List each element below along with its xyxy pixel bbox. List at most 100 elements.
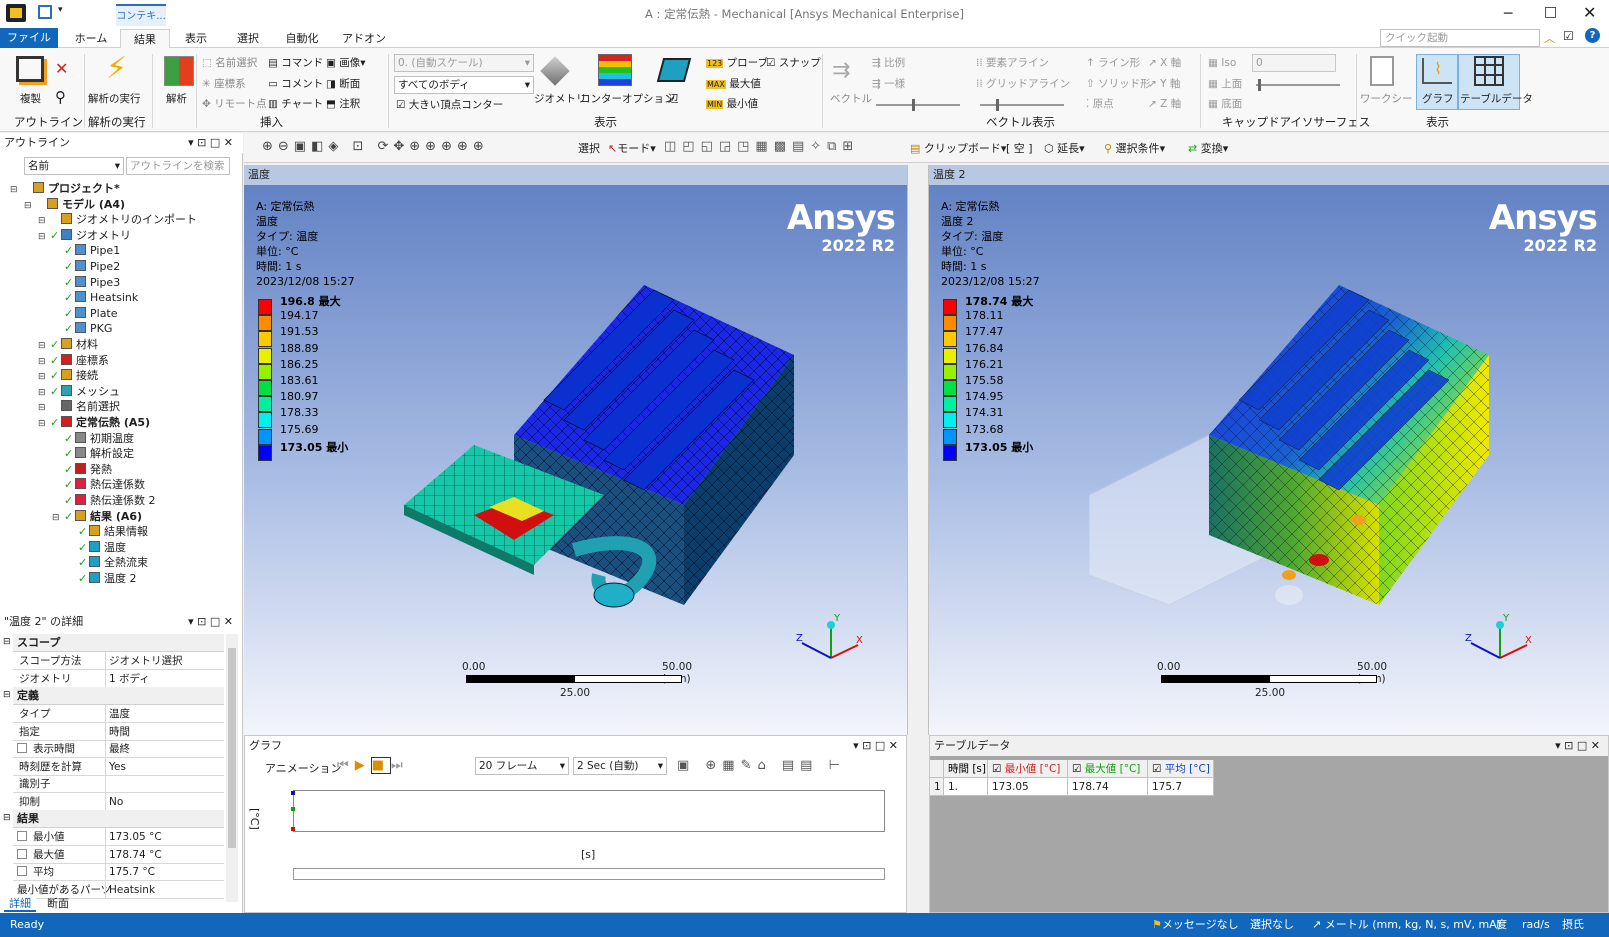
details-row[interactable]: ジオメトリ 1 ボディ <box>13 669 224 688</box>
view-tools-icons[interactable]: ⊕⊖▣◧◈ ⊡ ⟳✥⊕⊕⊕⊕⊕ <box>262 139 489 154</box>
command-button[interactable]: ▤ コマンド <box>268 56 323 70</box>
grid-align-button[interactable]: ⁞⁞ グリッドアライン <box>976 77 1070 91</box>
origin-button[interactable]: ⁚ 原点 <box>1086 97 1114 111</box>
expand-icon[interactable]: ⊟ <box>38 338 50 354</box>
heatsink-model-temperature-2[interactable] <box>1089 275 1509 635</box>
tree-item[interactable]: ⊟ ✓ 座標系 <box>38 353 109 369</box>
outline-name-select[interactable]: 名前 ▾ <box>24 157 124 175</box>
select-button[interactable]: 選択 <box>578 140 600 156</box>
contour-options-icon[interactable] <box>598 54 632 86</box>
bodies-select[interactable]: すべてのボディ ▾ <box>394 76 534 94</box>
analysis-button[interactable]: 解析 <box>166 92 187 106</box>
tree-item[interactable]: ✓ 熱伝達係数 2 <box>52 493 156 509</box>
tree-item[interactable]: ✓ Pipe1 <box>52 243 120 259</box>
tree-item[interactable]: ⊟ 名前選択 <box>38 399 120 415</box>
selection-filter-icons[interactable]: ◫◰◱◲◳▦▩▤✧⧉⊞ <box>664 139 859 154</box>
messages-status[interactable]: ⚑メッセージなし <box>1152 913 1239 937</box>
vector-icon[interactable]: ⇉ <box>832 58 850 83</box>
viewport-temperature-2[interactable]: 温度 2 A: 定常伝熱 温度 2 タイプ: 温度 単位: °C 時間: 1 s 2023… <box>929 165 1609 735</box>
delete-icon[interactable]: ✕ <box>55 59 68 78</box>
details-row[interactable]: 抑制 No <box>13 792 224 811</box>
frames-select[interactable]: 20 フレーム ▾ <box>475 757 569 775</box>
collapse-icon[interactable]: ⊟ <box>3 813 11 823</box>
parameter-checkbox[interactable] <box>17 848 27 859</box>
extend-button[interactable]: ⬡ 延長▾ <box>1044 140 1085 156</box>
close-icon[interactable]: ✕ <box>1583 3 1596 22</box>
tree-item[interactable]: ✓ Heatsink <box>52 290 138 306</box>
tree-item[interactable]: ⊟ ✓ ジオメトリ <box>38 228 131 244</box>
selection-condition-button[interactable]: ⚲ 選択条件▾ <box>1104 140 1165 156</box>
tree-item[interactable]: ✓ Plate <box>52 306 118 322</box>
solve-icon[interactable]: ⚡ <box>106 54 127 84</box>
tree-item[interactable]: ✓ 全熱流束 <box>66 555 148 571</box>
angular-velocity-status[interactable]: rad/s <box>1522 913 1550 937</box>
section-tab[interactable]: 断面 <box>42 896 74 912</box>
details-scrollbar[interactable] <box>226 634 238 902</box>
comment-button[interactable]: ▭ コメント <box>268 77 323 91</box>
expand-icon[interactable]: ⊟ <box>38 229 50 245</box>
bottom-button[interactable]: ▦ 底面 <box>1208 97 1242 111</box>
details-row[interactable]: 識別子 <box>13 775 224 793</box>
tab-display[interactable]: 表示 <box>172 29 220 48</box>
expand-icon[interactable]: ⊟ <box>38 213 50 229</box>
analysis-icon[interactable] <box>164 56 194 86</box>
expand-icon[interactable]: ⊟ <box>38 354 50 370</box>
expand-icon[interactable]: ⊟ <box>52 510 64 526</box>
tree-item[interactable]: ✓ Pipe3 <box>52 275 120 291</box>
units-status[interactable]: ↗ メートル (mm, kg, N, s, mV, mA) <box>1312 913 1501 937</box>
quick-launch-input[interactable]: クイック起動 <box>1380 29 1540 47</box>
scale-select[interactable]: 0. (自動スケール) ▾ <box>394 54 534 72</box>
stop-icon[interactable]: ■ <box>370 757 391 774</box>
minimize-icon[interactable]: ─ <box>1504 6 1512 22</box>
graph-tools-icons[interactable]: ▣ ⊕▦✎⌂ ▤▤ ⊢ <box>677 758 846 773</box>
element-align-button[interactable]: ⁞⁞ 要素アライン <box>976 56 1049 70</box>
column-checkbox[interactable]: ☑ <box>1152 763 1165 775</box>
top-button[interactable]: ▦ 上面 <box>1208 77 1242 91</box>
angle-unit-status[interactable]: 度 <box>1496 913 1507 937</box>
collapse-icon[interactable]: ⊟ <box>3 637 11 647</box>
tab-home[interactable]: ホーム <box>66 29 116 48</box>
geometry-icon[interactable] <box>540 56 570 86</box>
help-icon[interactable]: ? <box>1585 28 1600 43</box>
iso-value-input[interactable]: 0 <box>1252 54 1336 72</box>
contour-options-button[interactable]: コンターオプション <box>580 92 675 106</box>
feedback-icon[interactable]: ☑ <box>1563 29 1574 43</box>
run-solve-button[interactable]: 解析の実行 <box>88 92 141 106</box>
collapse-ribbon-icon[interactable]: ︿ <box>1544 30 1555 46</box>
details-row[interactable]: 時刻歴を計算 Yes <box>13 757 224 776</box>
outline-search-input[interactable]: アウトラインを検索 <box>126 157 230 175</box>
table-cell[interactable]: 173.05 <box>988 778 1068 796</box>
tree-item[interactable]: ⊟ プロジェクト* <box>10 181 120 197</box>
chart-button[interactable]: ▥ チャート <box>268 97 323 111</box>
large-vertex-contour-checkbox[interactable]: ☑ 大きい頂点コンター <box>396 98 503 112</box>
copy-button[interactable]: 複製 <box>20 92 41 106</box>
details-tab[interactable]: 詳細 <box>4 896 36 912</box>
transform-button[interactable]: ⇄ 変換▾ <box>1188 140 1228 156</box>
details-row[interactable]: 最大値 178.74 °C <box>13 845 224 864</box>
expand-icon[interactable]: ⊟ <box>38 400 50 416</box>
tab-automation[interactable]: 自動化 <box>278 29 326 48</box>
table-cell[interactable]: 175.7 <box>1148 778 1214 796</box>
collapse-icon[interactable]: ⊟ <box>3 690 11 700</box>
tree-item[interactable]: ⊟ モデル (A4) <box>24 197 125 213</box>
details-section[interactable]: スコープ <box>13 634 224 652</box>
tab-result[interactable]: 結果 <box>120 29 170 49</box>
geometry-button[interactable]: ジオメトリ <box>534 92 587 106</box>
details-section[interactable]: 定義 <box>13 687 224 705</box>
worksheet-icon[interactable] <box>1370 56 1394 86</box>
column-checkbox[interactable]: ☑ <box>1072 763 1085 775</box>
solid-form-button[interactable]: ⇧ ソリッド形 <box>1086 77 1151 91</box>
table-cell[interactable]: 1. <box>944 778 988 796</box>
min-button[interactable]: MIN 最小値 <box>706 97 758 112</box>
y-axis-button[interactable]: ↗ Y 軸 <box>1148 77 1180 91</box>
first-frame-icon[interactable]: ⏮ <box>337 758 355 773</box>
x-axis-button[interactable]: ↗ X 軸 <box>1148 56 1181 70</box>
details-section[interactable]: 結果 <box>13 810 224 828</box>
probe-button[interactable]: 123 プローブ <box>706 56 768 71</box>
tree-item[interactable]: ✓ 初期温度 <box>52 431 134 447</box>
tree-item[interactable]: ⊟ ✓ 結果 (A6) <box>52 509 142 525</box>
tree-item[interactable]: ✓ 発熱 <box>52 462 112 478</box>
named-selection-button[interactable]: ⬚ 名前選択 <box>202 56 257 70</box>
play-icon[interactable]: ▶ <box>355 758 371 773</box>
grid-slider[interactable] <box>980 99 1064 111</box>
